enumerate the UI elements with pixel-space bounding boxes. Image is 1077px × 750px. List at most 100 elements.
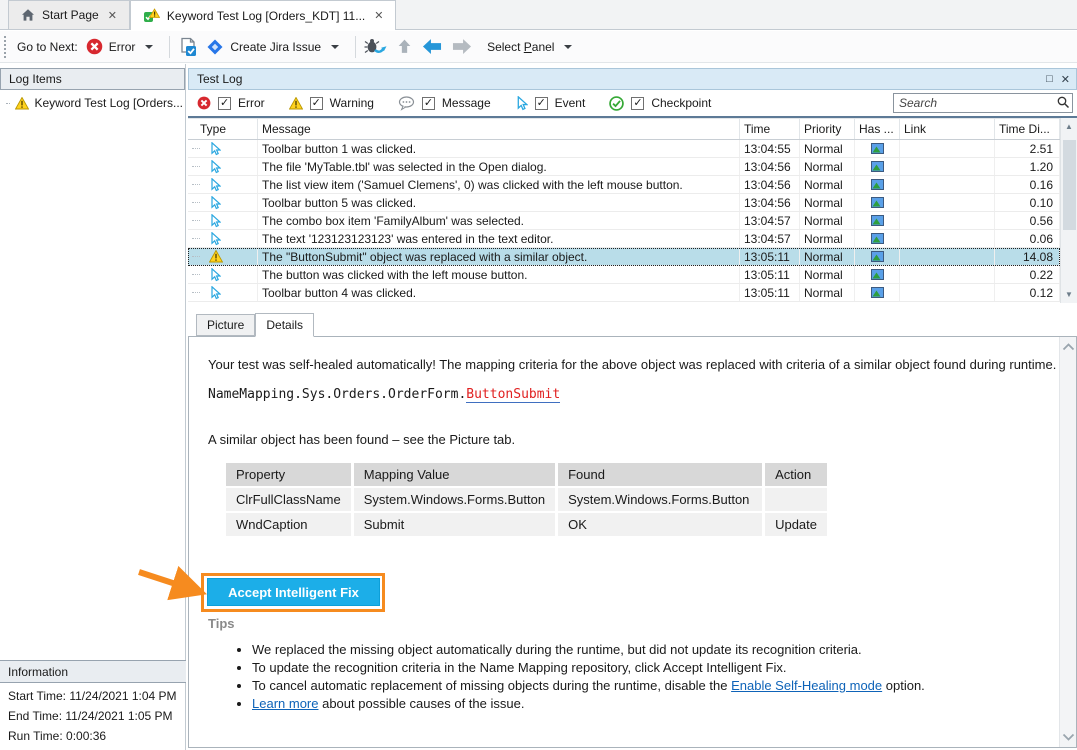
go-to-next-label: Go to Next: [17,40,78,54]
table-row[interactable]: The button was clicked with the left mou… [188,266,1060,284]
close-icon[interactable]: ✕ [372,9,385,22]
filter-label: Message [442,96,491,110]
scrollbar-thumb[interactable] [1063,140,1076,230]
application-window: Start Page ✕ Keyword Test Log [Orders_KD… [0,0,1077,750]
details-panel: Your test was self-healed automatically!… [188,336,1077,748]
picture-icon [871,143,884,154]
toolbar-grip[interactable] [4,36,9,58]
message-bubble-icon [398,96,415,111]
run-time-value: Run Time: 0:00:36 [0,723,186,743]
enable-self-healing-link[interactable]: Enable Self-Healing mode [731,678,882,693]
table-row[interactable]: The combo box item 'FamilyAlbum' was sel… [188,212,1060,230]
table-row[interactable]: Toolbar button 5 was clicked.13:04:56Nor… [188,194,1060,212]
col-message[interactable]: Message [258,119,740,139]
picture-icon [871,179,884,190]
filter-label: Error [238,96,265,110]
checkpoint-checkbox[interactable] [631,97,644,110]
cursor-event-icon [209,196,221,210]
scroll-down-icon [1062,733,1075,741]
event-checkbox[interactable] [535,97,548,110]
warning-icon [15,97,29,110]
navigate-forward-button[interactable] [451,38,473,55]
up-one-level-button[interactable] [396,38,413,55]
test-log-panel: Test Log □ ✕ Error [188,64,1077,750]
tree-connector [6,103,10,104]
cursor-event-icon [209,160,221,174]
navigate-back-button[interactable] [421,38,443,55]
sidebar-item-keyword-test-log[interactable]: Keyword Test Log [Orders... [0,90,185,110]
col-time[interactable]: Time [740,119,800,139]
accept-intelligent-fix-button[interactable]: Accept Intelligent Fix [207,578,380,606]
test-log-titlebar: Test Log □ ✕ [188,68,1077,90]
table-row-selected[interactable]: The "ButtonSubmit" object was replaced w… [188,248,1060,266]
chevron-down-icon [564,45,572,49]
tab-details[interactable]: Details [255,313,314,337]
tab-picture[interactable]: Picture [196,314,255,336]
up-arrow-icon [396,38,413,55]
table-row[interactable]: The text '123123123123' was entered in t… [188,230,1060,248]
toolbar-separator [355,36,356,58]
end-time-value: End Time: 11/24/2021 1:05 PM [0,703,186,723]
cursor-event-icon [209,268,221,282]
name-mapping-path: NameMapping.Sys.Orders.OrderForm.ButtonS… [208,387,1059,402]
col-priority[interactable]: Priority [800,119,855,139]
go-to-next-error-dropdown[interactable]: Error [86,38,154,55]
tab-start-page[interactable]: Start Page ✕ [8,0,130,29]
maximize-icon[interactable]: □ [1046,73,1053,86]
scroll-up-icon[interactable]: ▲ [1065,122,1073,131]
select-panel-label: Select Panel [487,40,554,54]
picture-icon [871,287,884,298]
filter-bar: Error Warning [188,90,1077,118]
table-scrollbar[interactable]: ▲ ▼ [1060,118,1077,303]
tab-keyword-test-log[interactable]: Keyword Test Log [Orders_KDT] 11... ✕ [130,0,397,30]
tip-item: We replaced the missing object automatic… [252,641,1059,659]
picture-icon [871,233,884,244]
scroll-down-icon[interactable]: ▼ [1065,290,1073,299]
filter-warning[interactable]: Warning [289,96,374,110]
tip-item: To cancel automatic replacement of missi… [252,677,1059,695]
details-scrollbar[interactable] [1059,337,1076,747]
filter-event[interactable]: Event [515,96,586,111]
col-type[interactable]: Type [188,119,258,139]
information-panel: Information Start Time: 11/24/2021 1:04 … [0,660,186,750]
sidebar-item-label: Keyword Test Log [Orders... [34,96,183,110]
jira-icon [206,38,224,56]
warning-icon [209,250,223,263]
filter-error[interactable]: Error [197,96,265,110]
chevron-down-icon [331,45,339,49]
filter-checkpoint[interactable]: Checkpoint [609,96,711,111]
filter-label: Checkpoint [651,96,711,110]
table-row[interactable]: The list view item ('Samuel Clemens', 0)… [188,176,1060,194]
error-checkbox[interactable] [218,97,231,110]
close-icon[interactable]: ✕ [1061,73,1070,86]
message-checkbox[interactable] [422,97,435,110]
tip-item: To update the recognition criteria in th… [252,659,1059,677]
col-time-diff[interactable]: Time Di... [995,119,1060,139]
create-issue-button[interactable] [178,37,198,57]
col-link[interactable]: Link [900,119,995,139]
table-row[interactable]: Toolbar button 4 was clicked.13:05:11Nor… [188,284,1060,302]
test-log-icon [143,8,160,23]
table-row[interactable]: Toolbar button 1 was clicked.13:04:55Nor… [188,140,1060,158]
col-has-picture[interactable]: Has ... [855,119,900,139]
table-row[interactable]: The file 'MyTable.tbl' was selected in t… [188,158,1060,176]
warning-icon [289,97,303,110]
close-icon[interactable]: ✕ [106,9,119,22]
search-icon[interactable] [1057,96,1070,109]
create-jira-issue-button[interactable]: Create Jira Issue [206,38,339,56]
filter-message[interactable]: Message [398,96,491,111]
search-input[interactable] [893,93,1073,113]
warning-checkbox[interactable] [310,97,323,110]
learn-more-link[interactable]: Learn more [252,696,318,711]
post-bug-button[interactable] [364,37,388,56]
test-log-title: Test Log [197,72,242,86]
cursor-event-icon [209,142,221,156]
main-toolbar: Go to Next: Error [0,31,1077,63]
picture-icon [871,197,884,208]
table-row: WndCaptionSubmitOKUpdate [226,513,827,536]
button-submit-link[interactable]: ButtonSubmit [466,387,560,403]
similar-object-paragraph: A similar object has been found – see th… [208,432,1059,447]
picture-icon [871,161,884,172]
log-items-sidebar: Log Items Keyword Test Log [Orders... In… [0,64,186,750]
select-panel-dropdown[interactable]: Select Panel [487,40,572,54]
